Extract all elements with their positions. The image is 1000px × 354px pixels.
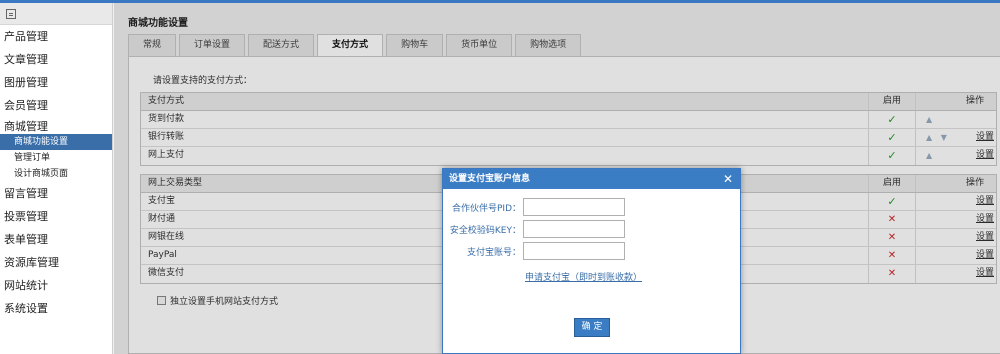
security-key-label: 安全校验码KEY： — [449, 225, 521, 236]
alipay-account-field: 支付宝账号： — [443, 242, 625, 260]
sidebar-item-forms[interactable]: 表单管理 — [0, 228, 112, 251]
sidebar-subitem-manage-orders[interactable]: 管理订单 — [0, 150, 112, 166]
sidebar-subitem-shop-settings[interactable]: 商城功能设置 — [0, 134, 112, 150]
sidebar: 产品管理 文章管理 图册管理 会员管理 商城管理 商城功能设置 管理订单 设计商… — [0, 3, 113, 354]
apply-alipay-link[interactable]: 申请支付宝（即时到账收款） — [525, 270, 642, 283]
partner-id-label: 合作伙伴号PID： — [451, 203, 521, 214]
dialog-header: 设置支付宝账户信息 ✕ — [443, 169, 740, 189]
sidebar-item-system-settings[interactable]: 系统设置 — [0, 297, 112, 320]
sidebar-item-articles[interactable]: 文章管理 — [0, 48, 112, 71]
sidebar-item-messages[interactable]: 留言管理 — [0, 182, 112, 205]
sidebar-item-votes[interactable]: 投票管理 — [0, 205, 112, 228]
partner-id-input[interactable] — [523, 198, 625, 216]
confirm-button[interactable]: 确 定 — [574, 318, 610, 337]
sidebar-item-shop[interactable]: 商城管理 — [0, 117, 112, 134]
security-key-field: 安全校验码KEY： — [443, 220, 625, 238]
alipay-settings-dialog: 设置支付宝账户信息 ✕ 合作伙伴号PID： 安全校验码KEY： 支付宝账号： 申… — [442, 168, 741, 354]
sidebar-item-statistics[interactable]: 网站统计 — [0, 274, 112, 297]
sidebar-item-resources[interactable]: 资源库管理 — [0, 251, 112, 274]
close-icon[interactable]: ✕ — [723, 169, 733, 189]
sidebar-subitem-design-shop-page[interactable]: 设计商城页面 — [0, 166, 112, 182]
partner-id-field: 合作伙伴号PID： — [443, 198, 625, 216]
sidebar-item-albums[interactable]: 图册管理 — [0, 71, 112, 94]
sidebar-collapse-toggle[interactable] — [0, 3, 112, 25]
alipay-account-label: 支付宝账号： — [466, 247, 521, 258]
dialog-title: 设置支付宝账户信息 — [449, 174, 531, 184]
sidebar-item-members[interactable]: 会员管理 — [0, 94, 112, 117]
collapse-icon — [6, 9, 16, 19]
sidebar-item-products[interactable]: 产品管理 — [0, 25, 112, 48]
alipay-account-input[interactable] — [523, 242, 625, 260]
security-key-input[interactable] — [523, 220, 625, 238]
